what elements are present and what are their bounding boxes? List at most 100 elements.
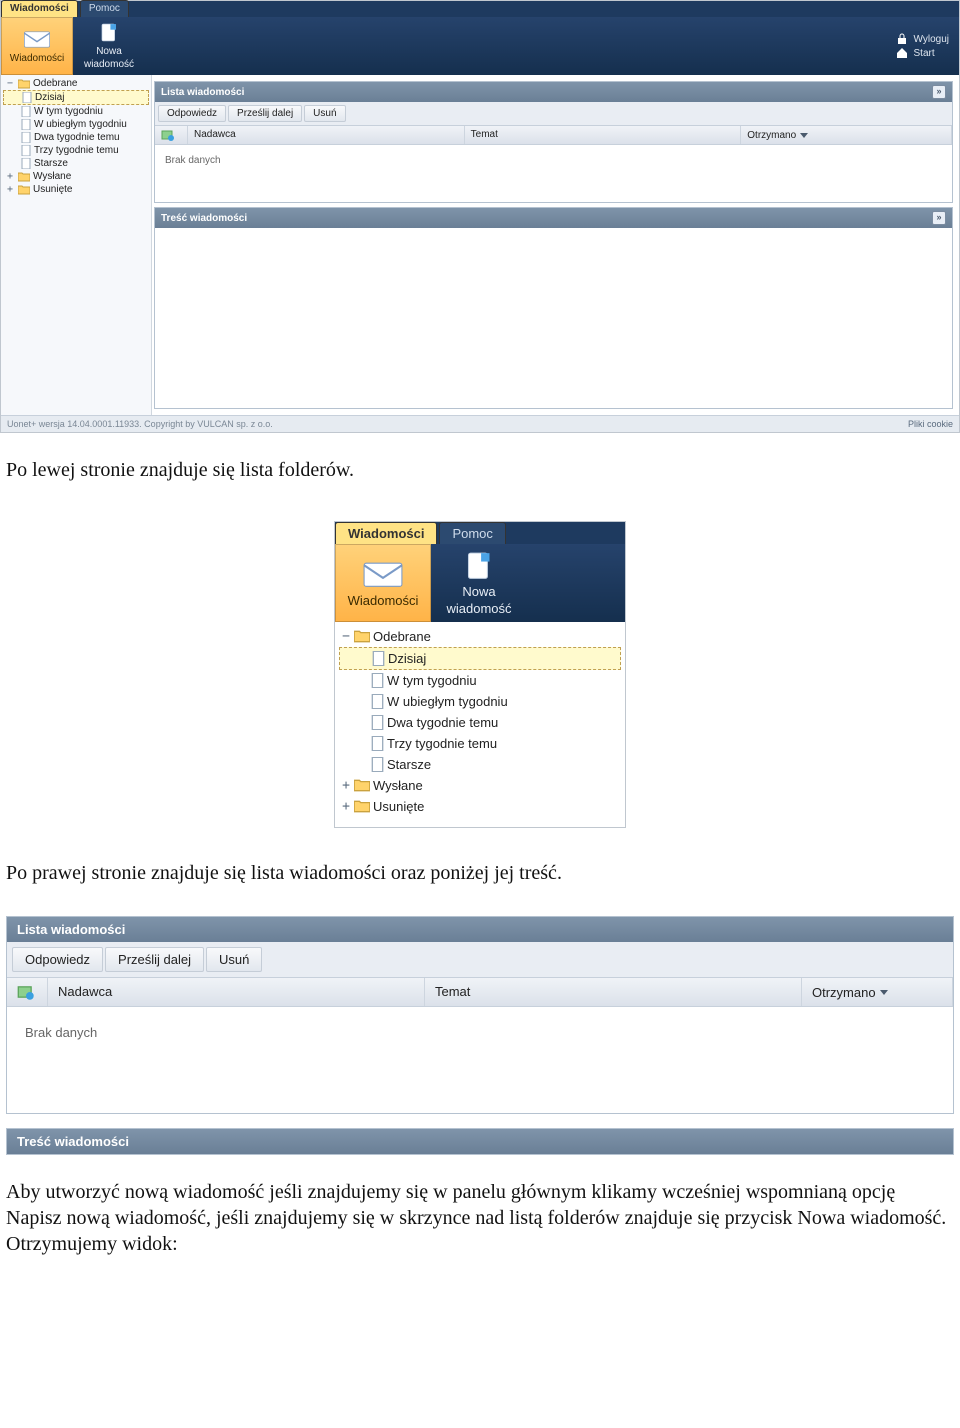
tree-trash-label: Usunięte xyxy=(33,184,72,195)
tree-sent[interactable]: + Wysłane xyxy=(339,775,621,796)
list-toolbar: Odpowiedz Prześlij dalej Usuń xyxy=(155,102,952,126)
tree-three-weeks-label: Trzy tygodnie temu xyxy=(387,736,497,751)
tree-last-week[interactable]: W ubiegłym tygodniu xyxy=(3,118,149,131)
tree-trash[interactable]: + Usunięte xyxy=(339,796,621,817)
tree-today-label: Dzisiaj xyxy=(388,651,426,666)
tree-toggle-icon[interactable]: + xyxy=(341,799,351,814)
column-subject[interactable]: Temat xyxy=(425,978,802,1006)
ribbon-messages-button[interactable]: Wiadomości xyxy=(335,544,431,622)
message-content-panel: Treść wiadomości xyxy=(6,1128,954,1155)
page-icon xyxy=(21,119,31,130)
tree-toggle-icon[interactable]: + xyxy=(5,171,15,182)
tree-last-week[interactable]: W ubiegłym tygodniu xyxy=(339,691,621,712)
ribbon-new-message-button[interactable]: Nowa wiadomość xyxy=(431,544,527,622)
page-icon xyxy=(371,694,384,709)
tree-today[interactable]: Dzisiaj xyxy=(339,647,621,670)
tree-inbox-label: Odebrane xyxy=(373,629,431,644)
user-actions: Wyloguj Start xyxy=(886,17,959,75)
logout-link[interactable]: Wyloguj xyxy=(896,33,949,45)
ribbon-new-message-button[interactable]: Nowa wiadomość xyxy=(73,17,145,75)
workspace: − Odebrane Dzisiaj W tym tygodniu W ubie… xyxy=(1,75,959,415)
ribbon-messages-label: Wiadomości xyxy=(10,53,64,64)
tree-two-weeks-label: Dwa tygodnie temu xyxy=(34,132,120,143)
tree-two-weeks[interactable]: Dwa tygodnie temu xyxy=(339,712,621,733)
doc-paragraph-3: Aby utworzyć nową wiadomość jeśli znajdu… xyxy=(0,1155,960,1277)
ribbon-new-label2: wiadomość xyxy=(84,59,134,70)
collapse-icon[interactable]: » xyxy=(932,211,946,225)
tree-toggle-icon[interactable]: + xyxy=(341,778,351,793)
delete-button[interactable]: Usuń xyxy=(304,105,345,122)
zoom-figure: Wiadomości Pomoc Wiadomości Nowa wiadomo… xyxy=(334,521,626,828)
tree-sent[interactable]: + Wysłane xyxy=(3,170,149,183)
page-icon xyxy=(21,132,31,143)
page-icon xyxy=(22,92,32,103)
ribbon: Wiadomości Nowa wiadomość Wyloguj Start xyxy=(1,17,959,75)
home-icon xyxy=(896,47,908,59)
main-area: Lista wiadomości » Odpowiedz Prześlij da… xyxy=(152,75,959,415)
tree-sent-label: Wysłane xyxy=(33,171,71,182)
start-link[interactable]: Start xyxy=(896,47,949,59)
delete-button[interactable]: Usuń xyxy=(206,947,262,972)
folder-icon xyxy=(18,172,30,182)
ribbon-new-label2: wiadomość xyxy=(446,601,511,616)
page-icon xyxy=(371,673,384,688)
page-icon xyxy=(21,145,31,156)
doc-paragraph-2: Po prawej stronie znajduje się lista wia… xyxy=(0,836,960,906)
tree-older-label: Starsze xyxy=(34,158,68,169)
logout-label: Wyloguj xyxy=(914,34,949,45)
tab-help[interactable]: Pomoc xyxy=(439,522,505,544)
tab-messages[interactable]: Wiadomości xyxy=(1,0,78,17)
reply-button[interactable]: Odpowiedz xyxy=(158,105,226,122)
column-flag[interactable] xyxy=(155,126,188,144)
tree-trash[interactable]: + Usunięte xyxy=(3,183,149,196)
app-screenshot: Wiadomości Pomoc Wiadomości Nowa wiadomo… xyxy=(0,0,960,433)
page-icon xyxy=(21,106,31,117)
tree-three-weeks[interactable]: Trzy tygodnie temu xyxy=(339,733,621,754)
reply-button[interactable]: Odpowiedz xyxy=(12,947,103,972)
column-sender[interactable]: Nadawca xyxy=(188,126,465,144)
document-new-icon xyxy=(95,22,123,44)
tree-today[interactable]: Dzisiaj xyxy=(3,90,149,105)
column-received-label: Otrzymano xyxy=(812,985,876,1000)
column-subject[interactable]: Temat xyxy=(465,126,742,144)
folder-open-icon xyxy=(354,630,370,643)
tab-help[interactable]: Pomoc xyxy=(80,0,129,17)
tree-last-week-label: W ubiegłym tygodniu xyxy=(34,119,127,130)
tree-toggle-icon[interactable]: − xyxy=(341,629,351,644)
column-received[interactable]: Otrzymano xyxy=(741,126,952,144)
tree-this-week[interactable]: W tym tygodniu xyxy=(339,670,621,691)
tree-inbox-label: Odebrane xyxy=(33,78,77,89)
collapse-icon[interactable]: » xyxy=(932,85,946,99)
tree-older[interactable]: Starsze xyxy=(339,754,621,775)
zoom-tab-strip: Wiadomości Pomoc xyxy=(335,522,625,544)
ribbon-messages-button[interactable]: Wiadomości xyxy=(1,17,73,75)
tree-three-weeks[interactable]: Trzy tygodnie temu xyxy=(3,144,149,157)
ribbon-new-label1: Nowa xyxy=(462,584,495,599)
message-list-panel: Lista wiadomości Odpowiedz Prześlij dale… xyxy=(6,916,954,1114)
sort-desc-icon xyxy=(800,133,808,138)
tree-last-week-label: W ubiegłym tygodniu xyxy=(387,694,508,709)
column-flag[interactable] xyxy=(7,978,48,1006)
zoom-tree: − Odebrane Dzisiaj W tym tygodniu W ubie… xyxy=(335,622,625,827)
tree-toggle-icon[interactable]: − xyxy=(5,78,15,89)
tree-two-weeks[interactable]: Dwa tygodnie temu xyxy=(3,131,149,144)
envelope-icon xyxy=(23,29,51,51)
column-received[interactable]: Otrzymano xyxy=(802,978,953,1006)
tab-messages[interactable]: Wiadomości xyxy=(335,522,437,544)
statusbar: Uonet+ wersja 14.04.0001.11933. Copyrigh… xyxy=(1,415,959,432)
list-empty: Brak danych xyxy=(7,1007,953,1113)
tree-toggle-icon[interactable]: + xyxy=(5,184,15,195)
page-icon xyxy=(371,715,384,730)
ribbon-new-label1: Nowa xyxy=(96,46,122,57)
column-sender[interactable]: Nadawca xyxy=(48,978,425,1006)
tree-this-week[interactable]: W tym tygodniu xyxy=(3,105,149,118)
zoom-ribbon: Wiadomości Nowa wiadomość xyxy=(335,544,625,622)
forward-button[interactable]: Prześlij dalej xyxy=(105,947,204,972)
tree-older[interactable]: Starsze xyxy=(3,157,149,170)
tree-inbox[interactable]: − Odebrane xyxy=(339,626,621,647)
forward-button[interactable]: Prześlij dalej xyxy=(228,105,302,122)
doc-paragraph-1: Po lewej stronie znajduje się lista fold… xyxy=(0,433,960,503)
cookies-link[interactable]: Pliki cookie xyxy=(908,419,953,429)
list-empty: Brak danych xyxy=(155,145,952,202)
tree-inbox[interactable]: − Odebrane xyxy=(3,77,149,90)
